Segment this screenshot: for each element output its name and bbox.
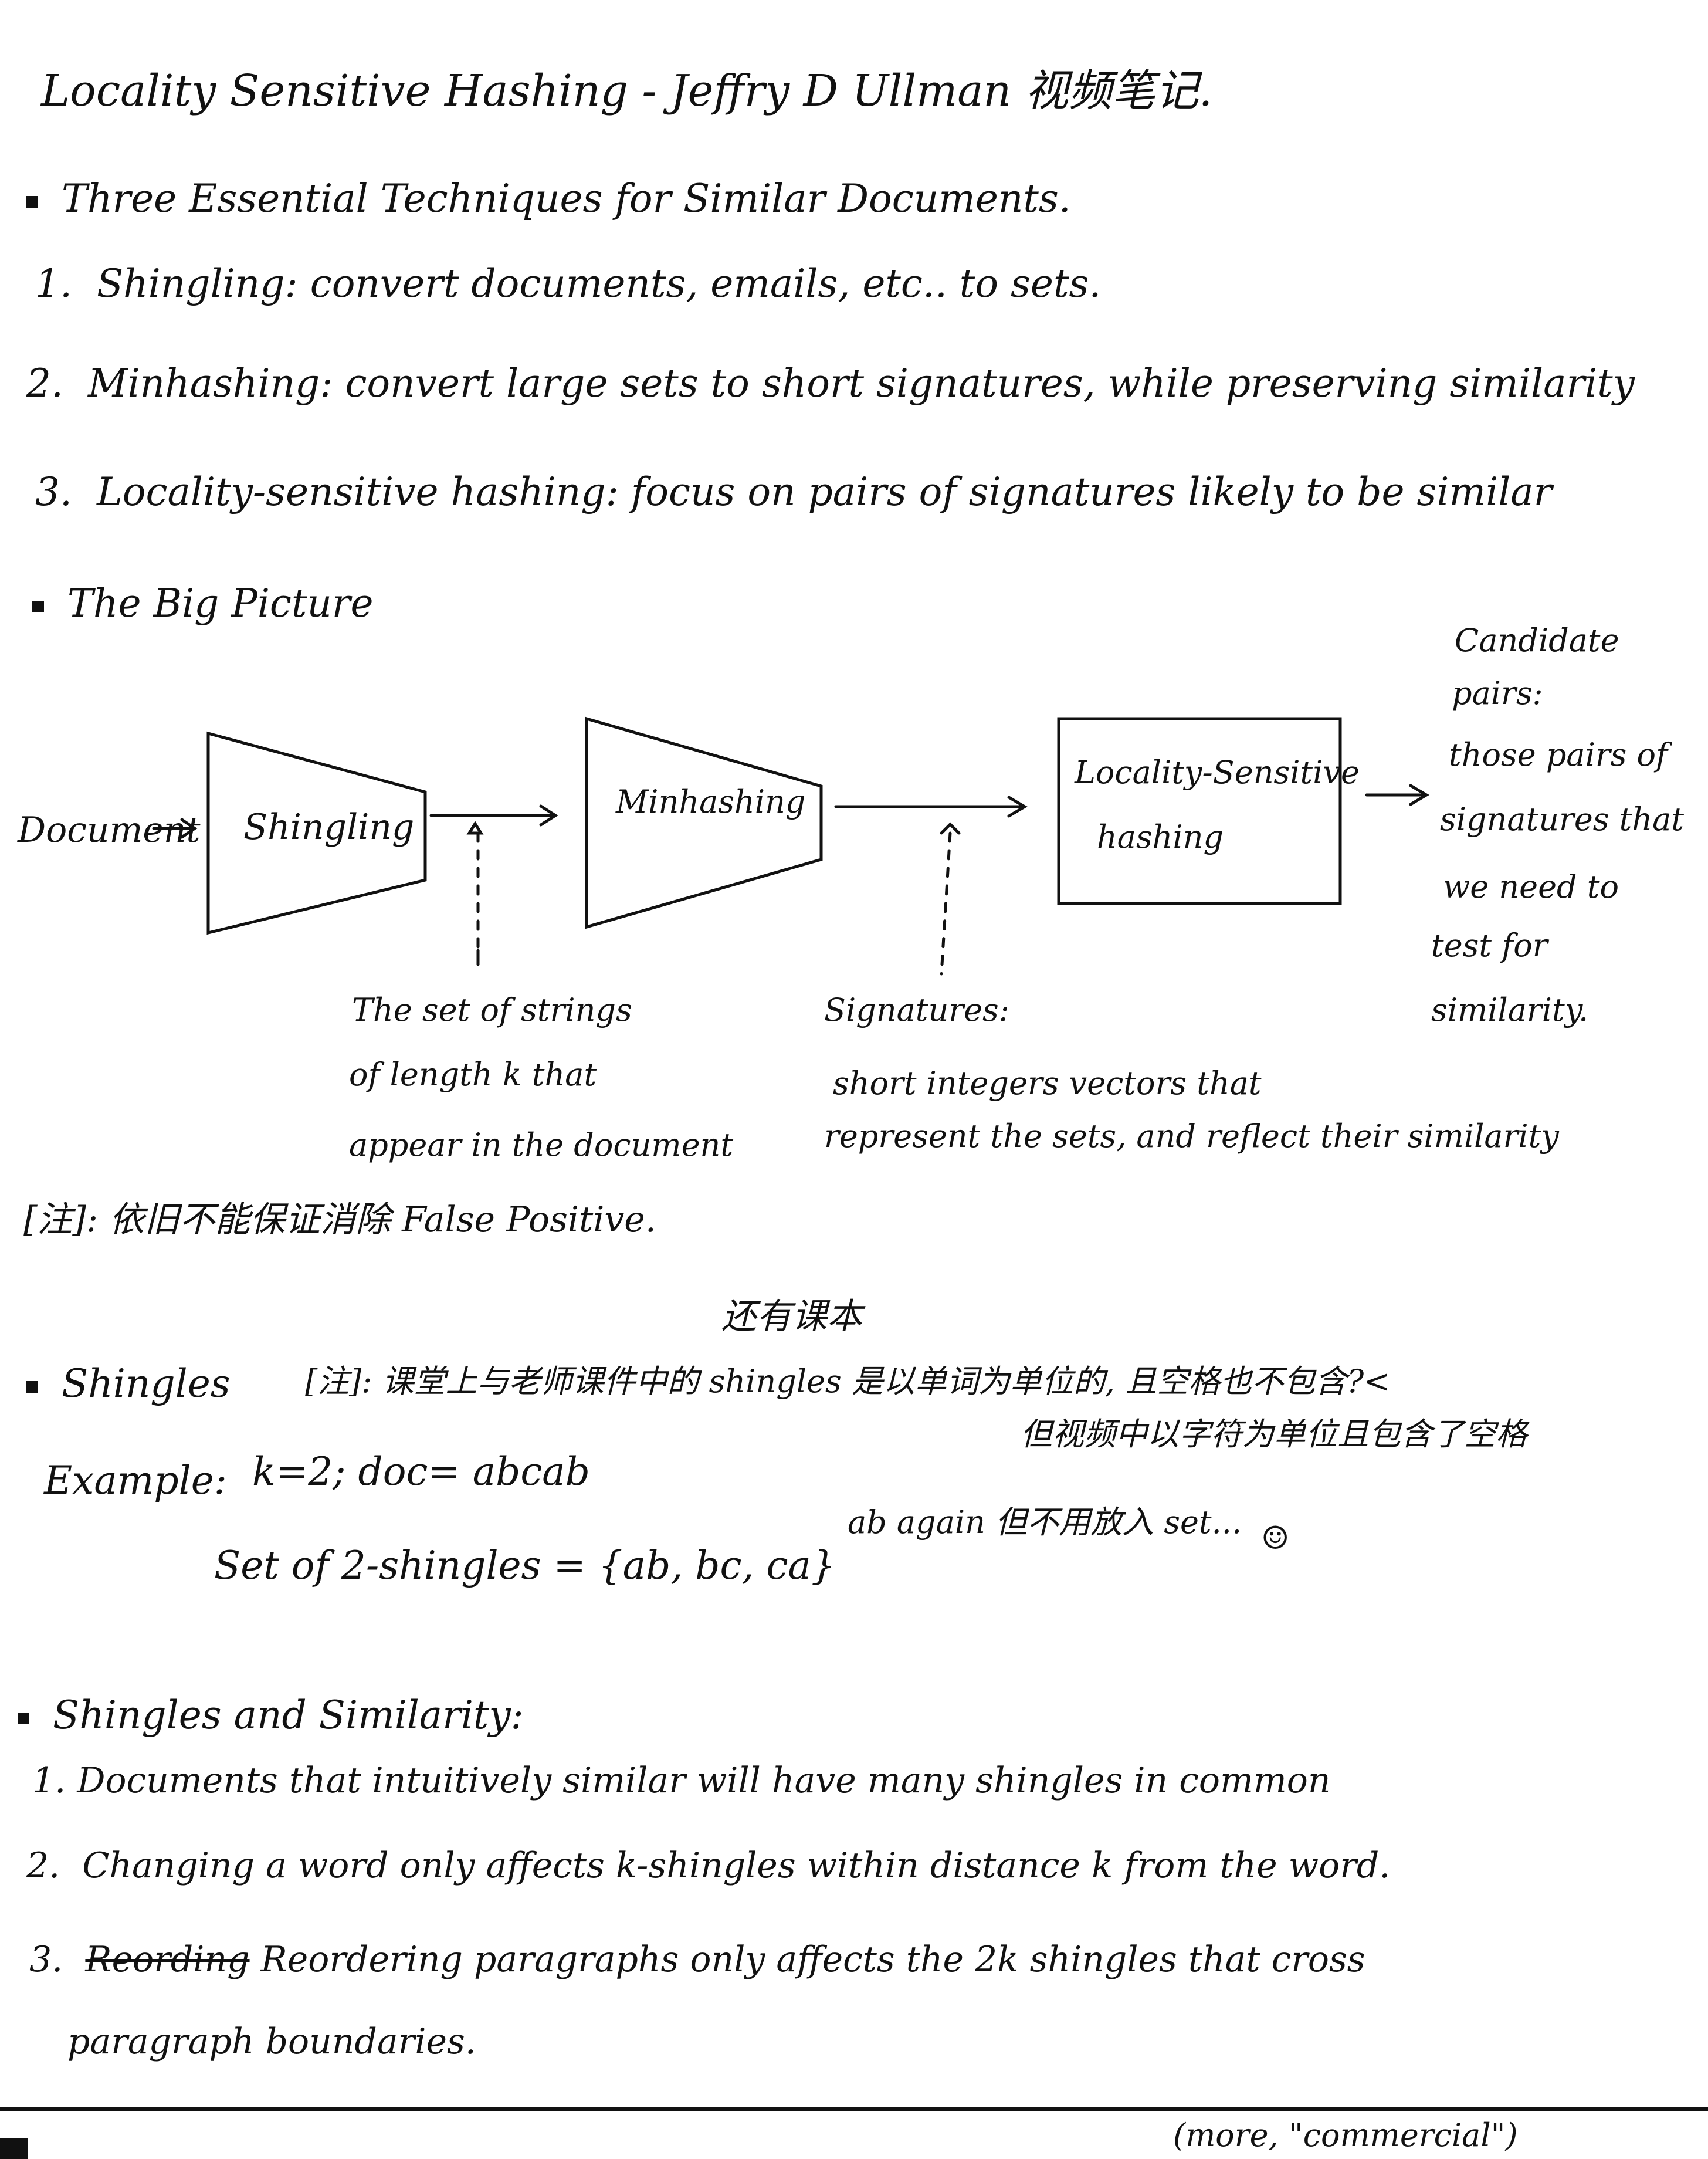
similarity-item-cont: paragraph boundaries. bbox=[67, 2021, 476, 2062]
signature-note-line: represent the sets, and reflect their si… bbox=[824, 1118, 1559, 1155]
minhashing-label: Minhashing bbox=[616, 783, 806, 820]
similarity-heading: Shingles and Similarity: bbox=[18, 1693, 524, 1738]
example-params: k=2; doc= abcab bbox=[252, 1449, 590, 1494]
shingle-note-line: of length k that bbox=[349, 1056, 597, 1093]
bullet-icon bbox=[26, 1381, 38, 1393]
arrow-minhashing-lsh bbox=[834, 796, 1028, 818]
footer-note: (more, "commercial") bbox=[1173, 2117, 1518, 2154]
inserted-note: 还有课本 bbox=[721, 1296, 862, 1337]
shingle-note-line: appear in the document bbox=[349, 1126, 734, 1163]
candidate-line: signatures that bbox=[1440, 801, 1685, 838]
candidate-line: test for bbox=[1431, 927, 1548, 964]
shingling-label: Shingling bbox=[243, 807, 415, 848]
signature-note-line: Signatures: bbox=[824, 991, 1009, 1028]
false-positive-note: [注]: 依旧不能保证消除 False Positive. bbox=[23, 1199, 656, 1240]
candidate-line: we need to bbox=[1443, 868, 1619, 905]
lsh-label-line2: hashing bbox=[1097, 818, 1224, 855]
candidate-line: those pairs of bbox=[1449, 736, 1668, 773]
lsh-block bbox=[1057, 717, 1342, 905]
smiley-icon: ☺ bbox=[1261, 1520, 1290, 1556]
shingles-heading: Shingles bbox=[26, 1361, 231, 1406]
shingles-note-line2: 但视频中以字符为单位且包含了空格 bbox=[1021, 1416, 1527, 1453]
similarity-item: 3. Reording Reordering paragraphs only a… bbox=[29, 1939, 1365, 1980]
arrow-lsh-candidates bbox=[1365, 784, 1429, 806]
corner-mark bbox=[0, 2138, 28, 2159]
example-label: Example: bbox=[44, 1458, 227, 1503]
bullet-icon bbox=[18, 1713, 29, 1724]
shingles-note-line1: [注]: 课堂上与老师课件中的 shingles 是以单词为单位的, 且空格也不… bbox=[305, 1363, 1391, 1400]
shingles-heading-text: Shingles bbox=[62, 1361, 231, 1406]
page-bottom-rule bbox=[0, 2107, 1708, 2111]
signature-note-line: short integers vectors that bbox=[833, 1065, 1262, 1102]
arrow-shingling-minhashing bbox=[429, 804, 558, 827]
similarity-heading-text: Shingles and Similarity: bbox=[53, 1693, 524, 1738]
candidate-line: pairs: bbox=[1452, 675, 1543, 712]
similarity-item: 2. Changing a word only affects k-shingl… bbox=[26, 1845, 1391, 1886]
lsh-label-line1: Locality-Sensitive bbox=[1075, 754, 1360, 791]
minhashing-block bbox=[585, 716, 823, 929]
shingle-set: Set of 2-shingles = {ab, bc, ca} bbox=[214, 1543, 836, 1588]
document-label: Document bbox=[18, 810, 201, 851]
shingle-note-line: The set of strings bbox=[352, 991, 632, 1028]
candidate-line: similarity. bbox=[1431, 991, 1589, 1028]
candidate-line: Candidate bbox=[1455, 622, 1619, 659]
shingle-aside: ab again 但不用放入 set... bbox=[848, 1504, 1242, 1541]
similarity-item: 1. Documents that intuitively similar wi… bbox=[32, 1760, 1331, 1801]
struck-word: Reording bbox=[85, 1939, 250, 1980]
